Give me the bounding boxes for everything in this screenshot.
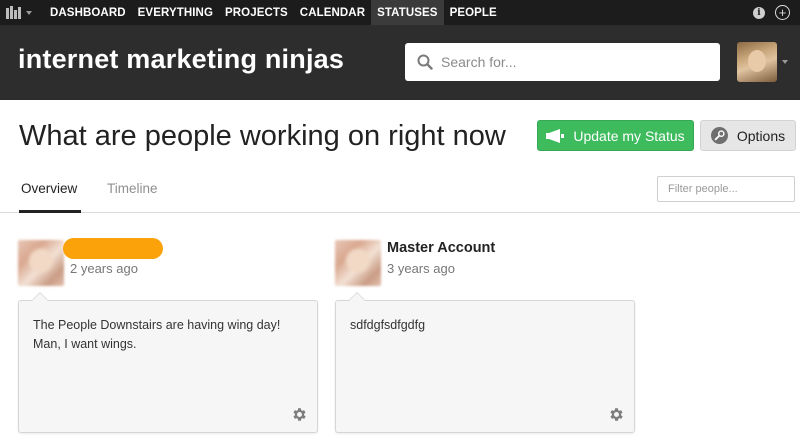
status-text: The People Downstairs are having wing da…	[33, 318, 281, 351]
nav-statuses[interactable]: STATUSES	[371, 0, 444, 25]
update-status-button[interactable]: Update my Status	[537, 120, 694, 151]
nav-right-actions: i +	[753, 0, 790, 25]
filter-people-input[interactable]	[657, 176, 795, 202]
status-time[interactable]: 3 years ago	[387, 261, 455, 276]
status-text: sdfdgfsdfgdfg	[350, 318, 426, 332]
avatar[interactable]	[335, 240, 381, 286]
megaphone-icon	[546, 128, 565, 143]
active-tab-indicator	[19, 210, 81, 213]
status-bubble: The People Downstairs are having wing da…	[18, 292, 318, 433]
tab-timeline[interactable]: Timeline	[107, 181, 158, 196]
top-nav: DASHBOARD EVERYTHING PROJECTS CALENDAR S…	[0, 0, 800, 25]
nav-dashboard[interactable]: DASHBOARD	[44, 0, 132, 25]
nav-calendar[interactable]: CALENDAR	[294, 0, 371, 25]
menu-caret-icon	[26, 10, 32, 15]
search-input[interactable]	[441, 54, 701, 70]
redacted-name	[63, 238, 163, 259]
status-time[interactable]: 2 years ago	[70, 261, 138, 276]
user-menu[interactable]	[737, 42, 788, 82]
search-icon	[417, 54, 433, 70]
chevron-down-icon	[782, 60, 788, 64]
avatar[interactable]	[18, 240, 64, 286]
page-title: What are people working on right now	[19, 120, 506, 152]
gear-icon[interactable]	[608, 406, 625, 423]
avatar	[737, 42, 777, 82]
app-menu[interactable]	[0, 0, 44, 25]
info-icon[interactable]: i	[753, 6, 765, 19]
wrench-icon	[710, 127, 728, 144]
options-label: Options	[736, 127, 786, 144]
add-icon[interactable]: +	[775, 5, 790, 20]
gear-icon[interactable]	[291, 406, 308, 423]
nav-projects[interactable]: PROJECTS	[219, 0, 294, 25]
tab-bar: Overview Timeline	[0, 170, 800, 213]
org-name[interactable]: internet marketing ninjas	[18, 44, 344, 75]
search-box[interactable]	[405, 43, 720, 81]
status-bubble: sdfdgfsdfgdfg	[335, 292, 635, 433]
app-logo-icon	[6, 6, 21, 19]
header: internet marketing ninjas	[0, 25, 800, 100]
update-status-label: Update my Status	[573, 127, 685, 144]
options-button[interactable]: Options	[700, 120, 796, 151]
nav-everything[interactable]: EVERYTHING	[132, 0, 219, 25]
status-author-name[interactable]: Master Account	[387, 240, 495, 256]
nav-people[interactable]: PEOPLE	[444, 0, 503, 25]
tab-overview[interactable]: Overview	[21, 181, 77, 196]
